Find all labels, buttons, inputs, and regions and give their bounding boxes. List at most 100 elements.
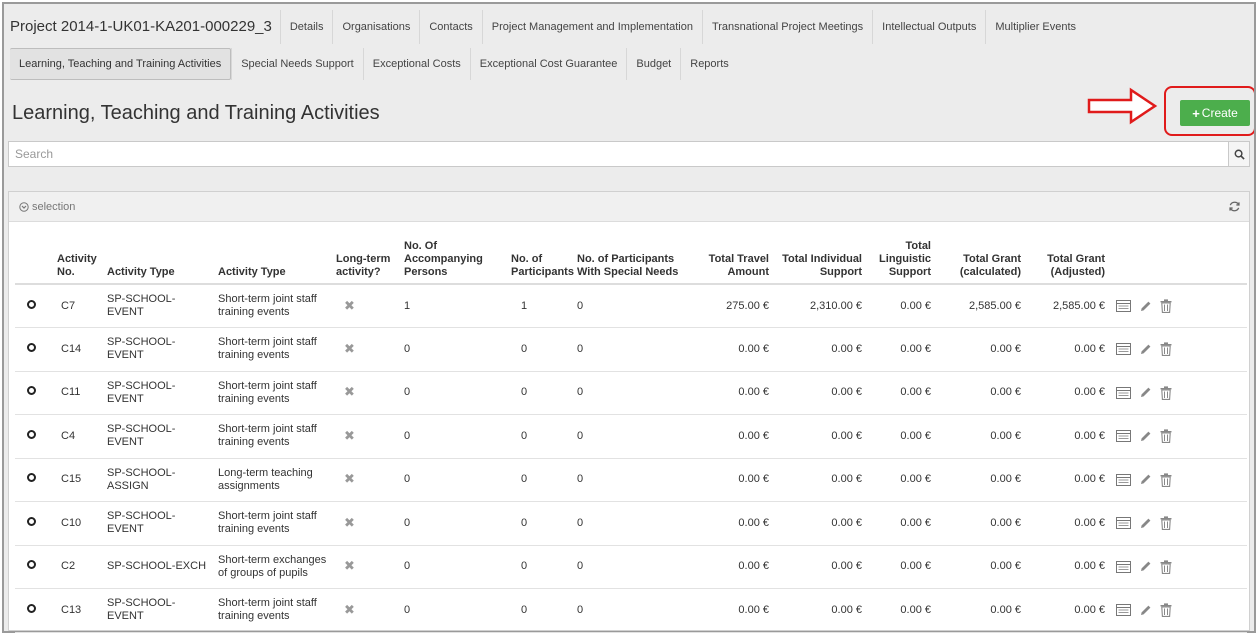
pencil-icon[interactable] (1139, 343, 1152, 356)
cell-long-term: ✖ (332, 458, 400, 502)
row-select-radio[interactable] (27, 603, 36, 613)
cell-travel: 0.00 € (703, 545, 773, 589)
cell-activity-type-code: SP-SCHOOL-ASSIGN (103, 458, 214, 502)
view-list-icon[interactable] (1116, 343, 1131, 356)
cell-participants: 0 (507, 588, 573, 633)
cell-individual: 0.00 € (773, 458, 866, 502)
table-header-row: Activity No. Activity Type Activity Type… (15, 222, 1247, 285)
cell-grant-calculated: 0.00 € (935, 458, 1025, 502)
cell-long-term: ✖ (332, 371, 400, 415)
tab-exceptional-costs[interactable]: Exceptional Costs (362, 48, 470, 80)
cell-linguistic: 0.00 € (866, 501, 935, 546)
cell-select (15, 501, 53, 546)
cell-individual: 0.00 € (773, 501, 866, 546)
table-row[interactable]: C13 SP-SCHOOL-EVENT Short-term joint staff… (15, 588, 1247, 633)
tab-details[interactable]: Details (279, 9, 333, 44)
col-individual: Total Individual Support (773, 222, 866, 285)
table-row[interactable]: C7 SP-SCHOOL-EVENT Short-term joint staff … (15, 284, 1247, 328)
trash-icon[interactable] (1160, 516, 1172, 531)
view-list-icon[interactable] (1116, 386, 1131, 399)
trash-icon[interactable] (1160, 386, 1172, 400)
cell-travel: 0.00 € (703, 501, 773, 546)
view-list-icon[interactable] (1116, 473, 1131, 486)
cell-activity-no: C10 (53, 501, 103, 546)
search-button[interactable] (1228, 141, 1250, 167)
pencil-icon[interactable] (1139, 473, 1152, 486)
create-button[interactable]: + Create (1180, 100, 1250, 126)
pencil-icon[interactable] (1139, 517, 1152, 530)
row-select-radio[interactable] (27, 516, 36, 526)
col-grant-adjusted: Total Grant (Adjusted) (1025, 222, 1109, 285)
view-list-icon[interactable] (1116, 604, 1131, 617)
table-row[interactable]: C14 SP-SCHOOL-EVENT Short-term joint staff… (15, 327, 1247, 372)
refresh-icon[interactable] (1228, 200, 1241, 213)
trash-icon[interactable] (1160, 429, 1172, 444)
row-select-radio[interactable] (27, 342, 36, 352)
cell-special-needs: 0 (573, 588, 703, 633)
tab-special-needs-support[interactable]: Special Needs Support (231, 48, 363, 80)
table-row[interactable]: C11 SP-SCHOOL-EVENT Short-term joint staff… (15, 371, 1247, 415)
trash-icon[interactable] (1160, 560, 1172, 574)
cell-grant-adjusted: 0.00 € (1025, 327, 1109, 372)
cell-participants: 0 (507, 545, 573, 589)
view-list-icon[interactable] (1116, 300, 1131, 312)
cell-select (15, 284, 53, 328)
cell-activity-type: Short-term exchanges of groups of pupils (214, 545, 332, 589)
project-title: Project 2014-1-UK01-KA201-000229_3 (10, 18, 272, 35)
row-select-radio[interactable] (27, 560, 36, 570)
pencil-icon[interactable] (1139, 430, 1152, 443)
cell-individual: 0.00 € (773, 414, 866, 459)
col-activity-no: Activity No. (53, 222, 103, 285)
row-select-radio[interactable] (27, 386, 36, 396)
heading-row: Learning, Teaching and Training Activiti… (4, 84, 1254, 137)
tab-multiplier-events[interactable]: Multiplier Events (985, 9, 1085, 44)
cell-accompanying: 0 (400, 414, 507, 459)
cell-actions (1109, 284, 1247, 328)
trash-icon[interactable] (1160, 299, 1172, 313)
trash-icon[interactable] (1160, 342, 1172, 357)
view-list-icon[interactable] (1116, 560, 1131, 573)
tab-budget[interactable]: Budget (626, 48, 680, 80)
tab-contacts[interactable]: Contacts (419, 9, 481, 44)
tab-intellectual-outputs[interactable]: Intellectual Outputs (872, 9, 985, 44)
arrow-annotation-icon (1087, 87, 1158, 125)
pencil-icon[interactable] (1139, 560, 1152, 573)
table-row[interactable]: C15 SP-SCHOOL-ASSIGN Long-term teaching as… (15, 458, 1247, 502)
cell-special-needs: 0 (573, 501, 703, 546)
cross-icon: ✖ (344, 297, 355, 313)
cell-grant-adjusted: 0.00 € (1025, 588, 1109, 633)
cell-linguistic: 0.00 € (866, 458, 935, 502)
cell-actions (1109, 458, 1247, 502)
tab-transnational-meetings[interactable]: Transnational Project Meetings (701, 9, 872, 44)
activities-table: Activity No. Activity Type Activity Type… (15, 222, 1247, 633)
pencil-icon[interactable] (1139, 300, 1152, 313)
cell-activity-type-code: SP-SCHOOL-EVENT (103, 588, 214, 633)
tab-organisations[interactable]: Organisations (332, 9, 419, 44)
col-long-term: Long-term activity? (332, 222, 400, 285)
col-participants: No. of Participants (507, 222, 574, 285)
row-select-radio[interactable] (27, 429, 36, 439)
cell-activity-no: C13 (53, 588, 103, 633)
table-row[interactable]: C4 SP-SCHOOL-EVENT Short-term joint staff … (15, 414, 1247, 459)
pencil-icon[interactable] (1139, 604, 1152, 617)
cell-activity-type-code: SP-SCHOOL-EXCH (103, 545, 214, 589)
row-select-radio[interactable] (27, 299, 36, 309)
table-row[interactable]: C10 SP-SCHOOL-EVENT Short-term joint staff… (15, 501, 1247, 546)
tab-reports[interactable]: Reports (680, 48, 738, 80)
selection-toggle[interactable]: selection (19, 201, 75, 213)
trash-icon[interactable] (1160, 473, 1172, 487)
tab-exceptional-cost-guarantee[interactable]: Exceptional Cost Guarantee (469, 48, 627, 80)
tab-project-management[interactable]: Project Management and Implementation (481, 9, 702, 44)
cell-activity-no: C15 (53, 458, 103, 502)
view-list-icon[interactable] (1116, 517, 1131, 530)
table-row[interactable]: C2 SP-SCHOOL-EXCH Short-term exchanges of … (15, 545, 1247, 589)
search-input[interactable] (8, 141, 1228, 167)
row-select-radio[interactable] (27, 473, 36, 483)
tab-learning-teaching-training[interactable]: Learning, Teaching and Training Activiti… (10, 48, 232, 80)
pencil-icon[interactable] (1139, 386, 1152, 399)
col-travel: Total Travel Amount (703, 222, 773, 285)
view-list-icon[interactable] (1116, 430, 1131, 443)
cross-icon: ✖ (344, 471, 355, 487)
cross-icon: ✖ (344, 384, 355, 400)
trash-icon[interactable] (1160, 603, 1172, 618)
